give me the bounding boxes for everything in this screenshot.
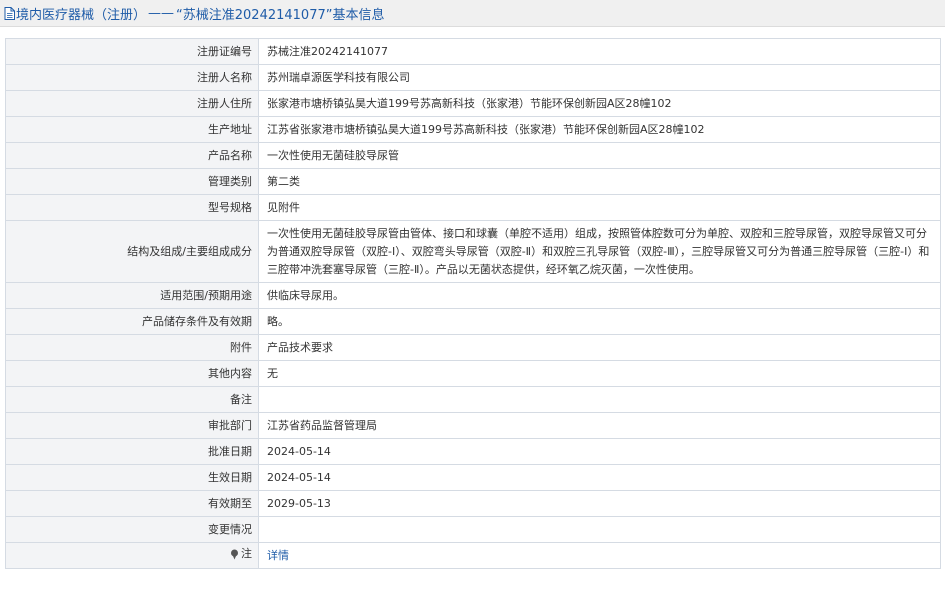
info-row: 产品名称 一次性使用无菌硅胶导尿管 bbox=[5, 142, 941, 169]
breadcrumb-separator: —— bbox=[148, 5, 175, 21]
info-row: 批准日期 2024-05-14 bbox=[5, 438, 941, 465]
field-label: 结构及组成/主要组成成分 bbox=[5, 220, 259, 283]
note-label-cell: 注 bbox=[5, 542, 259, 569]
info-row: 注册人住所 张家港市塘桥镇弘昊大道199号苏高新科技（张家港）节能环保创新园A区2… bbox=[5, 90, 941, 117]
pin-icon bbox=[230, 548, 239, 560]
field-value: 无 bbox=[258, 360, 941, 387]
note-label: 注 bbox=[230, 545, 252, 563]
info-row: 注册人名称 苏州瑞卓源医学科技有限公司 bbox=[5, 64, 941, 91]
info-row: 产品储存条件及有效期 略。 bbox=[5, 308, 941, 335]
field-label: 备注 bbox=[5, 386, 259, 413]
field-label: 注册证编号 bbox=[5, 38, 259, 65]
field-value: 张家港市塘桥镇弘昊大道199号苏高新科技（张家港）节能环保创新园A区28幢102 bbox=[258, 90, 941, 117]
field-label: 型号规格 bbox=[5, 194, 259, 221]
field-label: 附件 bbox=[5, 334, 259, 361]
field-label: 产品储存条件及有效期 bbox=[5, 308, 259, 335]
field-label: 变更情况 bbox=[5, 516, 259, 543]
info-row: 适用范围/预期用途 供临床导尿用。 bbox=[5, 282, 941, 309]
field-value: 一次性使用无菌硅胶导尿管 bbox=[258, 142, 941, 169]
info-row: 其他内容无 bbox=[5, 360, 941, 387]
field-value bbox=[258, 386, 941, 413]
field-value: 2024-05-14 bbox=[258, 438, 941, 465]
info-row: 生产地址 江苏省张家港市塘桥镇弘昊大道199号苏高新科技（张家港）节能环保创新园A… bbox=[5, 116, 941, 143]
info-row: 审批部门 江苏省药品监督管理局 bbox=[5, 412, 941, 439]
note-value-cell: 详情 bbox=[258, 542, 941, 569]
info-row: 有效期至 2029-05-13 bbox=[5, 490, 941, 517]
field-label: 生效日期 bbox=[5, 464, 259, 491]
field-label: 其他内容 bbox=[5, 360, 259, 387]
info-row: 附件 产品技术要求 bbox=[5, 334, 941, 361]
breadcrumb[interactable]: 境内医疗器械（注册） bbox=[16, 4, 146, 23]
field-label: 审批部门 bbox=[5, 412, 259, 439]
info-row: 型号规格 见附件 bbox=[5, 194, 941, 221]
field-value: 江苏省张家港市塘桥镇弘昊大道199号苏高新科技（张家港）节能环保创新园A区28幢… bbox=[258, 116, 941, 143]
field-label: 注册人住所 bbox=[5, 90, 259, 117]
info-row: 变更情况 bbox=[5, 516, 941, 543]
page-header: 境内医疗器械（注册） —— “苏械注准20242141077”基本信息 bbox=[0, 0, 945, 27]
field-value: 2024-05-14 bbox=[258, 464, 941, 491]
field-value: 产品技术要求 bbox=[258, 334, 941, 361]
document-icon bbox=[4, 6, 15, 20]
field-label: 有效期至 bbox=[5, 490, 259, 517]
info-row: 管理类别 第二类 bbox=[5, 168, 941, 195]
field-value: 供临床导尿用。 bbox=[258, 282, 941, 309]
field-value: 江苏省药品监督管理局 bbox=[258, 412, 941, 439]
field-label: 注册人名称 bbox=[5, 64, 259, 91]
note-label-text: 注 bbox=[241, 546, 252, 560]
field-value bbox=[258, 516, 941, 543]
info-table: 注册证编号 苏械注准20242141077 注册人名称 苏州瑞卓源医学科技有限公司 注册… bbox=[5, 38, 941, 569]
info-row: 结构及组成/主要组成成分 一次性使用无菌硅胶导尿管由管体、接口和球囊（单腔不适用）… bbox=[5, 220, 941, 283]
field-label: 批准日期 bbox=[5, 438, 259, 465]
field-value: 第二类 bbox=[258, 168, 941, 195]
info-table-body: 注册证编号 苏械注准20242141077 注册人名称 苏州瑞卓源医学科技有限公司 注册… bbox=[5, 38, 941, 569]
field-label: 适用范围/预期用途 bbox=[5, 282, 259, 309]
field-value: 苏州瑞卓源医学科技有限公司 bbox=[258, 64, 941, 91]
info-row: 注册证编号 苏械注准20242141077 bbox=[5, 38, 941, 65]
field-value: 一次性使用无菌硅胶导尿管由管体、接口和球囊（单腔不适用）组成，按照管体腔数可分为… bbox=[258, 220, 941, 283]
page-title: “苏械注准20242141077”基本信息 bbox=[176, 7, 385, 23]
note-row: 注 详情 bbox=[5, 542, 941, 569]
field-value: 2029-05-13 bbox=[258, 490, 941, 517]
info-row: 生效日期 2024-05-14 bbox=[5, 464, 941, 491]
field-label: 管理类别 bbox=[5, 168, 259, 195]
field-label: 生产地址 bbox=[5, 116, 259, 143]
field-label: 产品名称 bbox=[5, 142, 259, 169]
field-value: 略。 bbox=[258, 308, 941, 335]
field-value: 见附件 bbox=[258, 194, 941, 221]
details-link[interactable]: 详情 bbox=[267, 549, 289, 562]
field-value: 苏械注准20242141077 bbox=[258, 38, 941, 65]
info-row: 备注 bbox=[5, 386, 941, 413]
